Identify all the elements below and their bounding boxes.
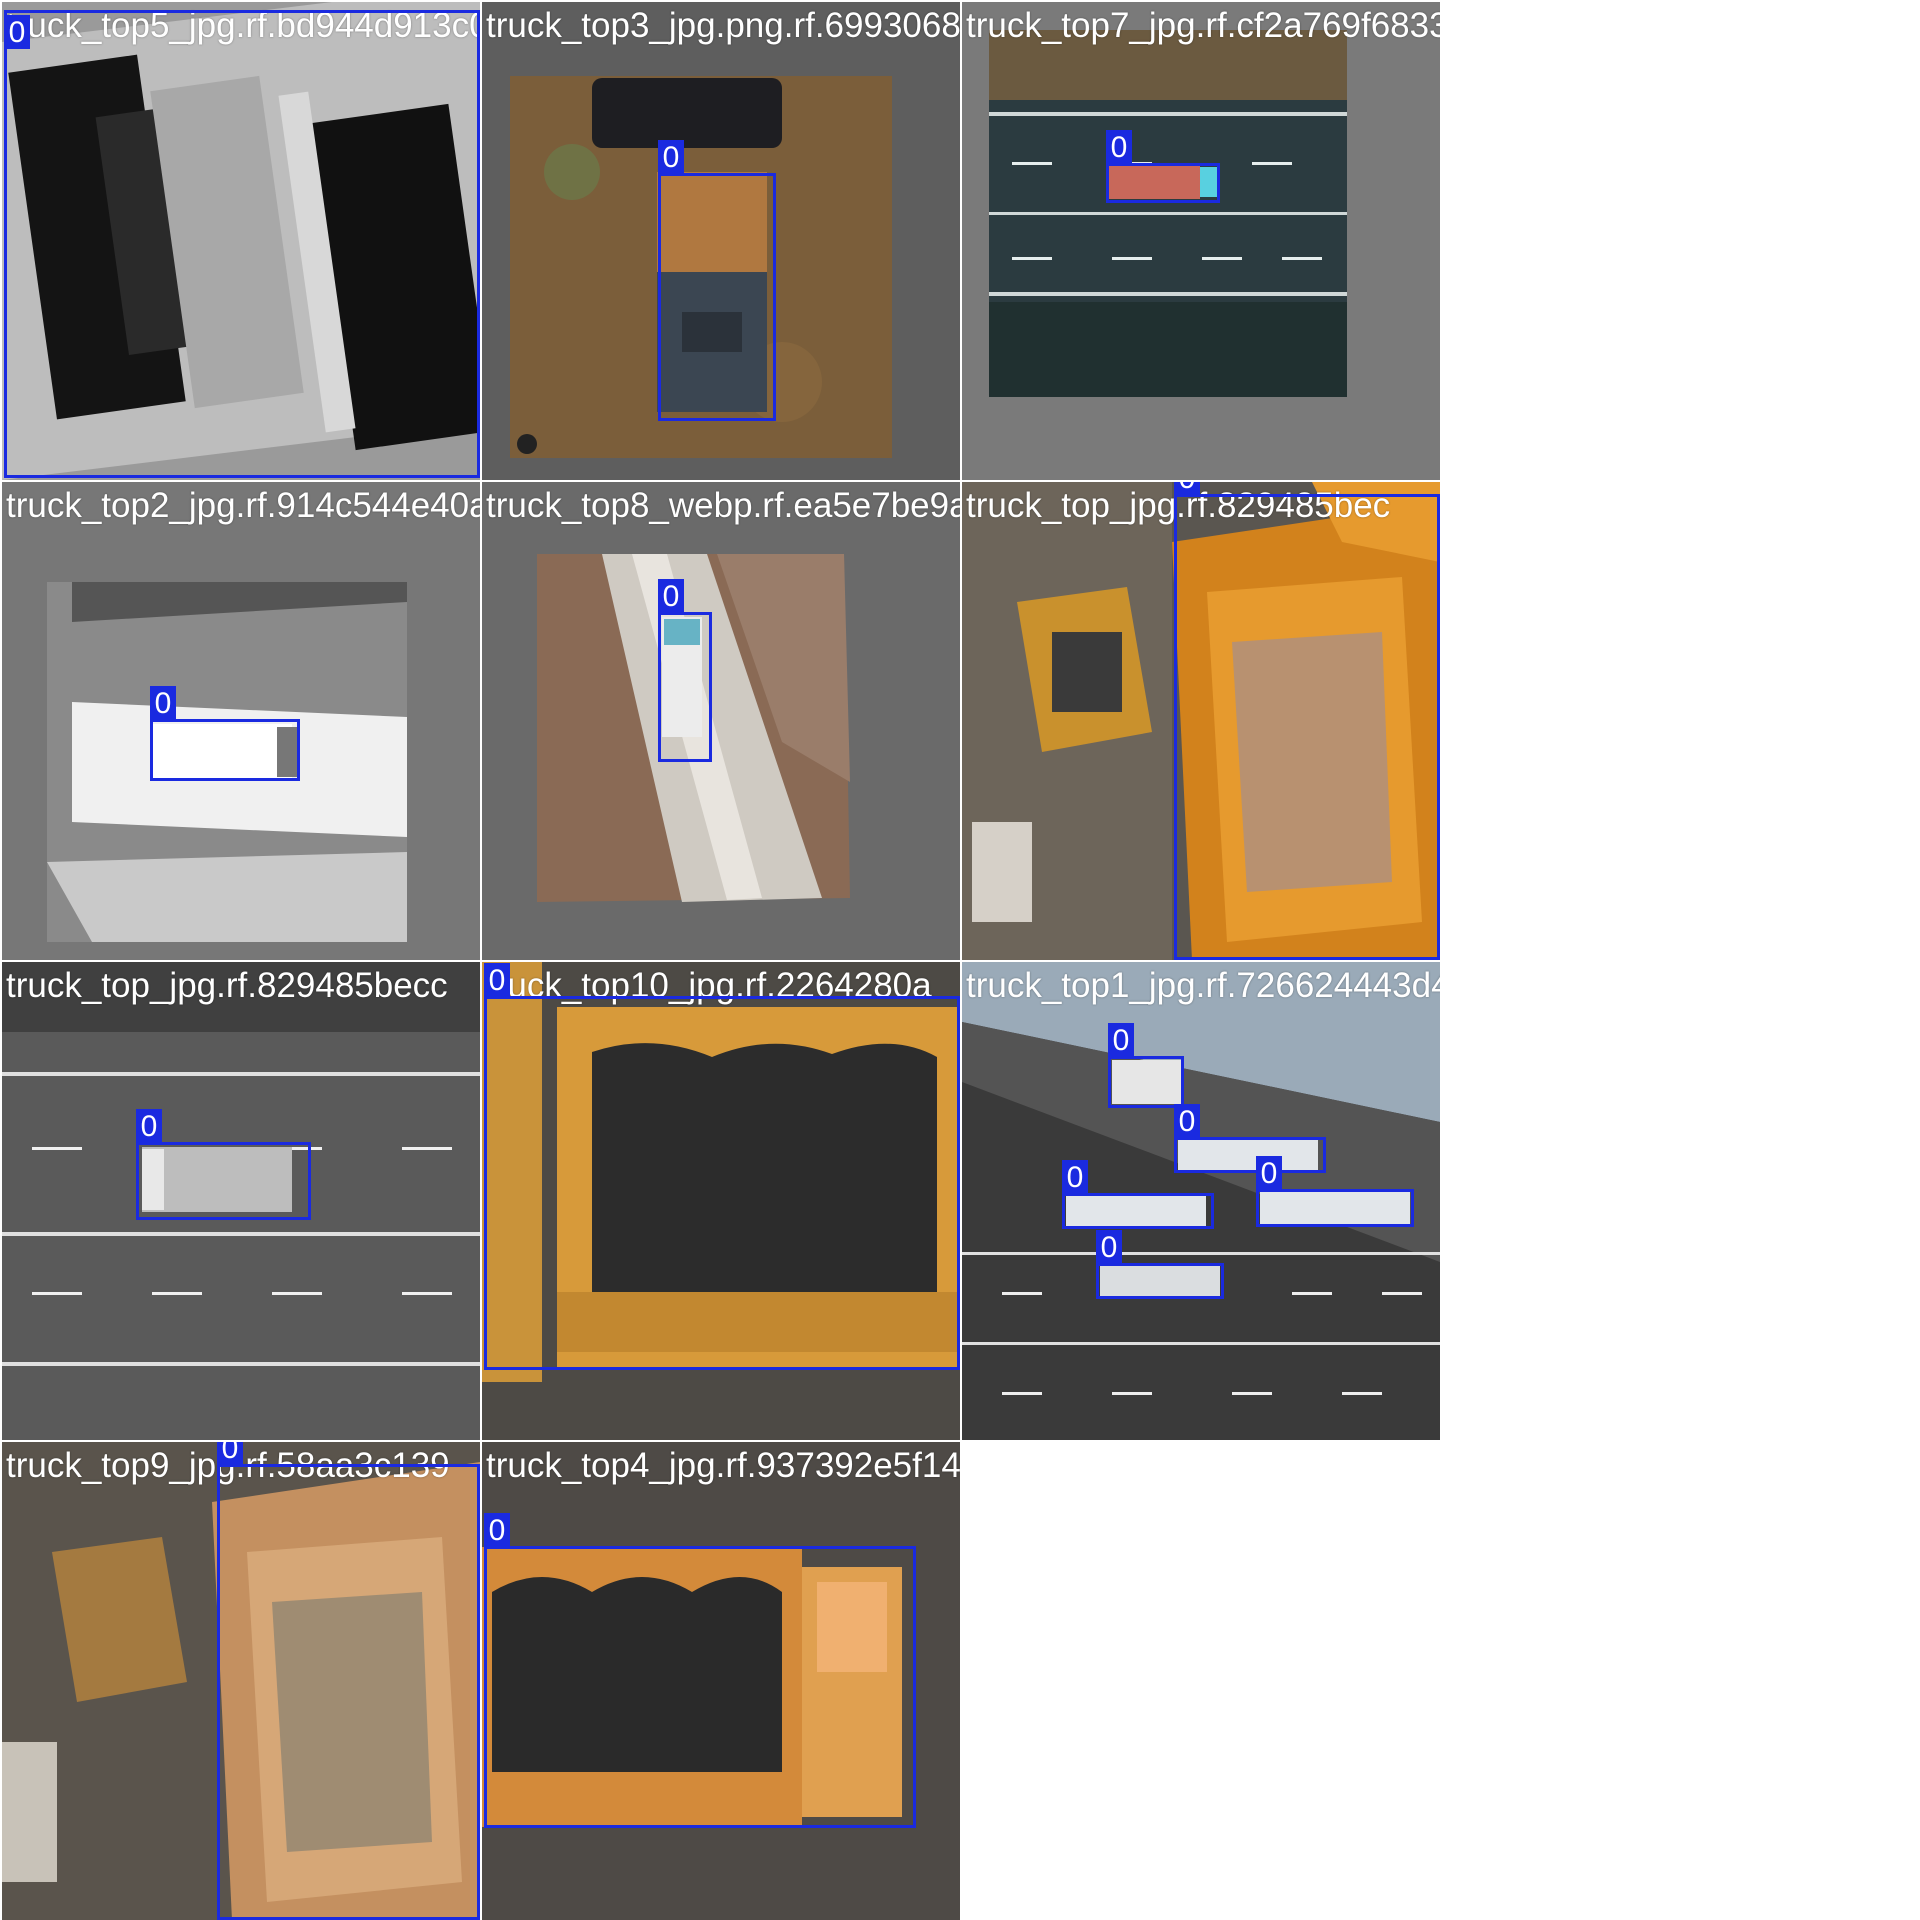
image-tile: truck_top8_webp.rf.ea5e7be9ae0b48e21923f… bbox=[482, 482, 960, 960]
class-label: 0 bbox=[484, 1513, 510, 1547]
image-filename: truck_top1_jpg.rf.726624443d4acff6c4595 bbox=[966, 966, 1440, 1005]
detection-box: 0 bbox=[136, 1109, 311, 1220]
class-label: 0 bbox=[217, 1442, 243, 1465]
class-label: 0 bbox=[1062, 1160, 1088, 1194]
detection-box: 0 bbox=[1108, 1023, 1184, 1108]
detection-box: 0 bbox=[4, 10, 480, 478]
detection-box: 0 bbox=[1174, 1104, 1326, 1173]
class-label: 0 bbox=[4, 15, 30, 49]
detection-box: 0 bbox=[1174, 482, 1440, 960]
image-tile: truck_top5_jpg.rf.bd944d913c0d265ca88dec… bbox=[2, 2, 480, 480]
class-label: 0 bbox=[1108, 1023, 1134, 1057]
detection-mosaic: truck_top5_jpg.rf.bd944d913c0d265ca88dec… bbox=[0, 0, 1920, 1920]
image-tile: truck_top7_jpg.rf.cf2a769f6833aaa99efe81… bbox=[962, 2, 1440, 480]
class-label: 0 bbox=[150, 686, 176, 720]
detection-box: 0 bbox=[1256, 1156, 1414, 1227]
truck-photo bbox=[482, 482, 960, 960]
truck-photo bbox=[962, 2, 1440, 480]
image-tile: truck_top3_jpg.png.rf.69930681381570aef … bbox=[482, 2, 960, 480]
image-filename: truck_top4_jpg.rf.937392e5f1427c2065028 bbox=[486, 1446, 960, 1485]
detection-box: 0 bbox=[1062, 1160, 1214, 1229]
class-label: 0 bbox=[1106, 130, 1132, 164]
detection-box: 0 bbox=[484, 963, 960, 1370]
image-tile: truck_top_jpg.rf.829485bec 0 bbox=[962, 482, 1440, 960]
image-tile: truck_top2_jpg.rf.914c544e40a8440a8a0911… bbox=[2, 482, 480, 960]
image-tile: truck_top_jpg.rf.829485becc 0 bbox=[2, 962, 480, 1440]
detection-box: 0 bbox=[217, 1442, 480, 1920]
class-label: 0 bbox=[658, 579, 684, 613]
detection-box: 0 bbox=[658, 140, 776, 421]
detection-box: 0 bbox=[1096, 1230, 1224, 1299]
detection-box: 0 bbox=[484, 1513, 916, 1828]
class-label: 0 bbox=[1174, 1104, 1200, 1138]
class-label: 0 bbox=[658, 140, 684, 174]
class-label: 0 bbox=[136, 1109, 162, 1143]
detection-box: 0 bbox=[1106, 130, 1220, 203]
class-label: 0 bbox=[1096, 1230, 1122, 1264]
detection-box: 0 bbox=[150, 686, 300, 781]
image-filename: truck_top7_jpg.rf.cf2a769f6833aaa99efe81… bbox=[966, 6, 1440, 45]
image-tile: truck_top1_jpg.rf.726624443d4acff6c4595 … bbox=[962, 962, 1440, 1440]
image-filename: truck_top3_jpg.png.rf.69930681381570aef bbox=[486, 6, 960, 45]
image-filename: truck_top_jpg.rf.829485becc bbox=[6, 966, 448, 1005]
class-label: 0 bbox=[1256, 1156, 1282, 1190]
detection-box: 0 bbox=[658, 579, 712, 762]
image-tile: truck_top4_jpg.rf.937392e5f1427c2065028 … bbox=[482, 1442, 960, 1920]
image-tile: truck_top10_jpg.rf.2264280a 0 bbox=[482, 962, 960, 1440]
image-tile: truck_top9_jpg.rf.58aa3c139 0 bbox=[2, 1442, 480, 1920]
image-filename: truck_top8_webp.rf.ea5e7be9ae0b48e21923f… bbox=[486, 486, 960, 525]
class-label: 0 bbox=[1174, 482, 1200, 495]
image-filename: truck_top2_jpg.rf.914c544e40a8440a8a0911 bbox=[6, 486, 480, 525]
class-label: 0 bbox=[484, 963, 510, 997]
